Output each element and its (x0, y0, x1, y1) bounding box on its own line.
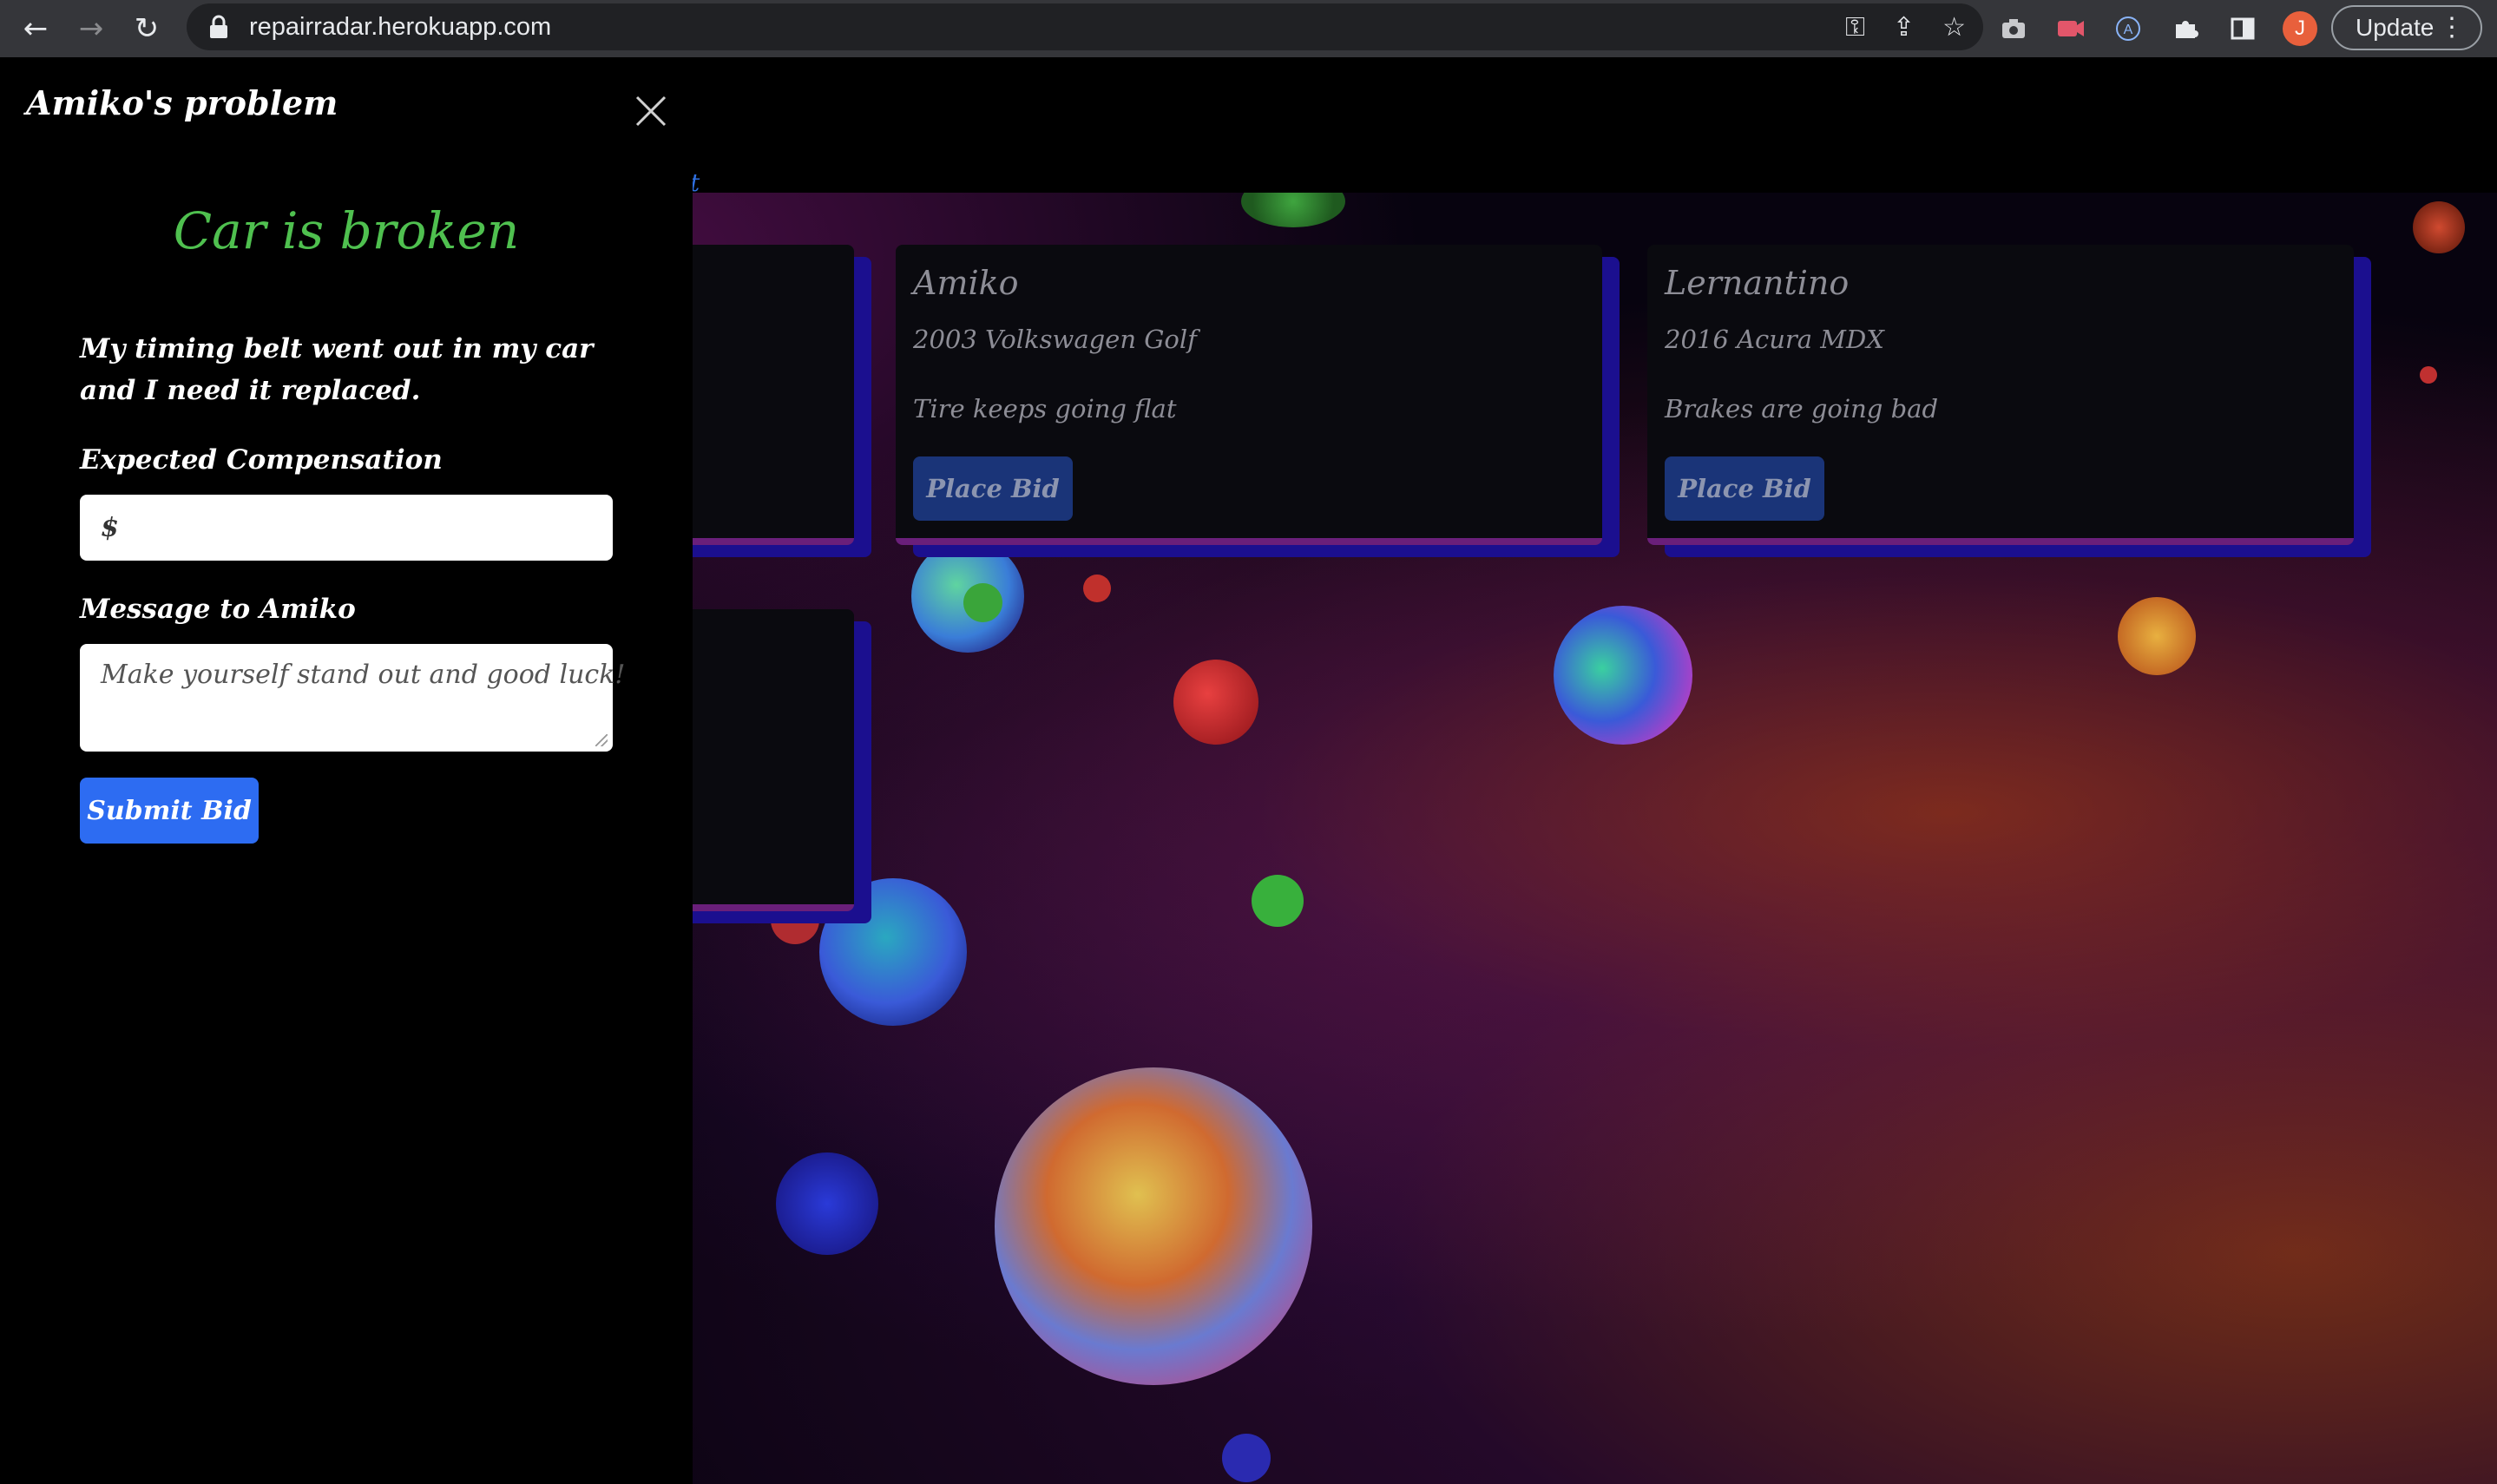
orb-decoration (1083, 575, 1111, 602)
bid-offcanvas-panel: Amiko's problem Car is broken My timing … (0, 57, 693, 1484)
compensation-input[interactable]: $ (80, 495, 613, 561)
place-bid-button[interactable]: Place Bid (913, 456, 1073, 521)
sidepanel-icon[interactable] (2225, 11, 2260, 46)
lock-icon[interactable] (207, 14, 230, 40)
update-button[interactable]: Update ⋮ (2331, 5, 2482, 50)
message-placeholder: Make yourself stand out and good luck! (101, 660, 626, 690)
address-bar[interactable]: repairradar.herokuapp.com ⚿ ⇪ ☆ (187, 3, 1983, 50)
update-label: Update (2356, 14, 2435, 41)
request-card: Lernantino 2016 Acura MDX Brakes are goi… (1647, 245, 2354, 545)
card-issue: Tire keeps going flat (913, 394, 1177, 424)
reload-icon[interactable]: ↻ (123, 5, 170, 52)
submit-bid-button[interactable]: Submit Bid (80, 778, 259, 844)
orb-decoration (776, 1152, 878, 1255)
forward-icon[interactable]: → (68, 5, 115, 52)
orb-decoration (2118, 597, 2196, 675)
orb-decoration (2413, 201, 2465, 253)
panel-title: Amiko's problem (26, 83, 338, 122)
card-owner-name: Lernantino (1665, 264, 1850, 302)
camera-icon[interactable] (1996, 11, 2031, 46)
message-textarea[interactable]: Make yourself stand out and good luck! (80, 644, 625, 752)
star-icon[interactable]: ☆ (1942, 12, 1966, 43)
message-label: Message to Amiko (80, 594, 356, 625)
card-owner-name: Amiko (913, 264, 1019, 302)
orb-decoration (1241, 193, 1345, 227)
orb-decoration (995, 1067, 1312, 1385)
resize-handle-icon[interactable] (595, 734, 608, 746)
request-card: Amiko 2003 Volkswagen Golf Tire keeps go… (896, 245, 1602, 545)
avatar[interactable]: J (2283, 11, 2317, 46)
puzzle-icon[interactable] (2168, 11, 2203, 46)
orb-decoration (963, 583, 1002, 622)
orb-decoration (1554, 606, 1692, 745)
orb-decoration (1252, 875, 1304, 927)
orb-decoration (1173, 660, 1258, 745)
card-issue: Brakes are going bad (1665, 394, 1939, 424)
account-circle-icon[interactable]: A (2111, 11, 2145, 46)
orb-decoration (2420, 366, 2437, 384)
card-car-model: 2016 Acura MDX (1665, 325, 1884, 354)
back-icon[interactable]: ← (12, 5, 59, 52)
close-icon[interactable] (632, 92, 670, 130)
compensation-label: Expected Compensation (80, 444, 443, 476)
orb-decoration (1222, 1434, 1271, 1482)
url-text[interactable]: repairradar.herokuapp.com (249, 13, 551, 42)
card-car-model: 2003 Volkswagen Golf (913, 325, 1197, 354)
currency-prefix: $ (101, 512, 119, 543)
record-icon[interactable] (2053, 11, 2088, 46)
place-bid-button[interactable]: Place Bid (1665, 456, 1824, 521)
svg-text:A: A (2124, 23, 2133, 37)
share-icon[interactable]: ⇪ (1893, 12, 1915, 43)
key-icon[interactable]: ⚿ (1845, 12, 1865, 43)
problem-description: My timing belt went out in my car and I … (80, 333, 594, 406)
browser-toolbar: ← → ↻ repairradar.herokuapp.com ⚿ ⇪ ☆ A … (0, 0, 2497, 57)
menu-dots-icon[interactable]: ⋮ (2439, 12, 2465, 43)
problem-headline: Car is broken (173, 201, 520, 260)
